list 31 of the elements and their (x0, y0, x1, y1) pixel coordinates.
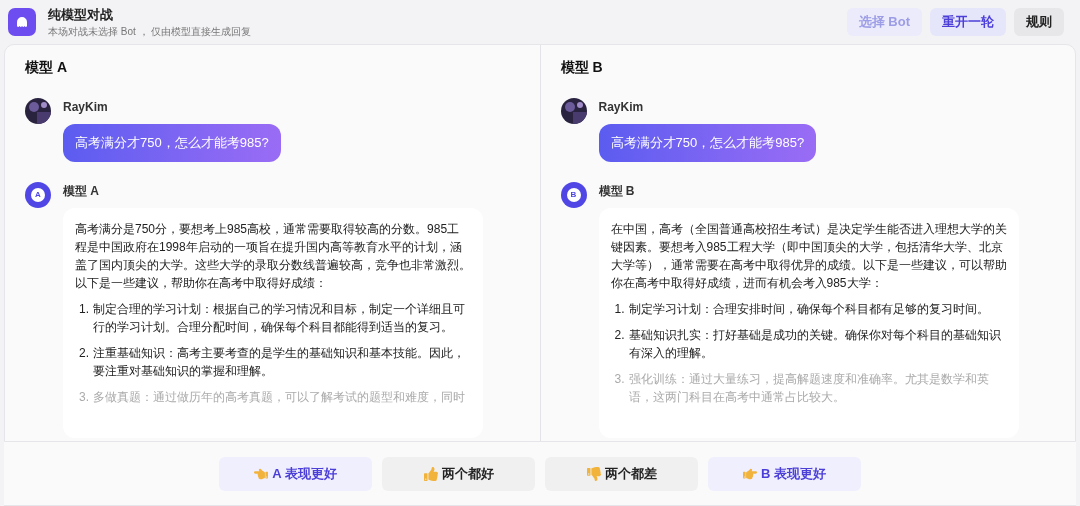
header-button[interactable]: 规则 (1014, 8, 1064, 36)
pointing-hand-icon (254, 466, 269, 481)
list-item: 2. 基础知识扎实：打好基础是成功的关键。确保你对每个科目的基础知识有深入的理解。 (613, 326, 1002, 362)
panel-title: 模型 B (559, 58, 604, 77)
user-message: 高考满分才750，怎么才能考985? (598, 124, 817, 162)
vote-button[interactable]: B 表现更好 (708, 456, 861, 491)
bot-name: 模型 B (598, 182, 636, 200)
header-button[interactable]: 重开一轮 (930, 8, 1006, 36)
vote-button[interactable]: A 表现更好 (219, 456, 372, 491)
page-title: 纯模型对战 (48, 5, 114, 24)
list-item: 3. 强化训练：通过大量练习，提高解题速度和准确率。尤其是数学和英语，这两门科目在高考中通常占比较大。 (613, 370, 990, 406)
thumbs-up-icon (423, 466, 438, 481)
list-item: 2. 注重基础知识：高考主要考查的是学生的基础知识和基本技能。因此，要注重对基础知识的掌握和理解。 (78, 344, 466, 380)
vote-button[interactable]: 两个都好 (382, 456, 535, 491)
bot-avatar: A (25, 181, 51, 208)
bot-avatar: B (560, 181, 587, 208)
panel-title: 模型 A (24, 58, 68, 77)
response-text: 高考满分是750分，要想考上985高校，通常需要取得较高的分数。985工程是中国政府在1998年启动的一项旨在提升国内高等教育水平的计划，涵盖了国内顶尖的大学。这些大学的录取分数线普遍较高，竞争也非常激烈。以下是一些建议，帮助你在高考中取得好成绩： (75, 220, 471, 292)
list-item: 1. 制定学习计划：合理安排时间，确保每个科目都有足够的复习时间。 (613, 300, 990, 318)
list-item: 3. 多做真题：通过做历年的高考真题，可以了解考试的题型和难度，同时 (78, 388, 466, 406)
list-item: 1. 制定合理的学习计划：根据自己的学习情况和目标，制定一个详细且可行的学习计划。合理分配时间，确保每个科目都能得到适当的复习。 (78, 300, 466, 336)
vote-button[interactable]: 两个都差 (545, 456, 698, 491)
pointing-hand-icon (743, 466, 757, 481)
user-message: 高考满分才750，怎么才能考985? (63, 124, 281, 162)
user-name: RayKim (63, 99, 109, 116)
response-text: 在中国，高考（全国普通高校招生考试）是决定学生能否进入理想大学的关键因素。要想考入985工程大学（即中国顶尖的大学，包括清华大学、北京大学等），通常需要在高考中取得优异的成绩。以下是一些建议，可以帮助你在高考中取得好成绩，进而有机会考入985大学： (610, 220, 1007, 292)
thumbs-down-icon (586, 466, 601, 481)
app-logo-icon (8, 8, 36, 36)
user-name: RayKim (598, 99, 645, 116)
page-subtitle: 本场对战未选择 Bot ， 仅由模型直接生成回复 (48, 25, 253, 40)
bot-name: 模型 A (63, 182, 100, 200)
